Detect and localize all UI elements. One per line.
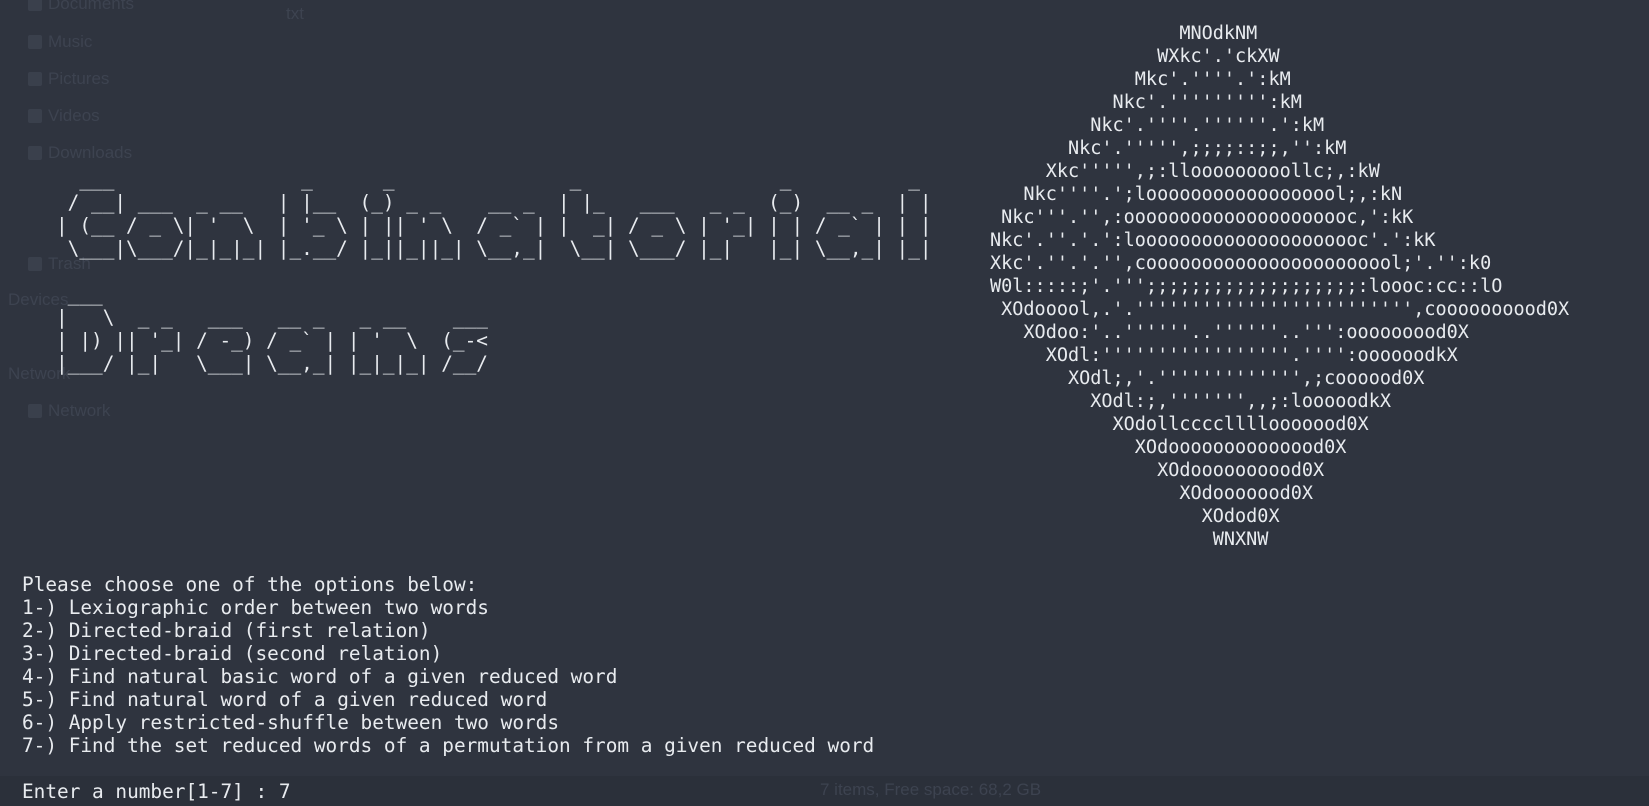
ascii-banner-subtitle: ___ | \ _ _ ___ __ _ _ __ ___ | |) || '_… — [56, 283, 523, 375]
logo-line: Nkc'.''''',;;;;::;;,'':kM — [990, 138, 1347, 159]
trash-icon — [28, 257, 42, 271]
music-icon — [28, 35, 42, 49]
logo-line: Nkc''''.';loooooooooooooooool;,:kN — [990, 184, 1403, 205]
banner-line: | (__ / _ \| ' \ | '_ \ | || ' \ / _` | … — [56, 214, 932, 237]
banner-line: | \ _ _ ___ __ _ _ __ ___ — [56, 306, 512, 329]
picture-icon — [28, 72, 42, 86]
background-file-label: txt — [286, 4, 304, 23]
sidebar-item-videos[interactable]: Videos — [28, 106, 100, 126]
menu-option-7: 7-) Find the set reduced words of a perm… — [22, 734, 875, 757]
logo-line: Mkc'.''''.':kM — [990, 69, 1291, 90]
sidebar-item-label: Videos — [48, 106, 100, 125]
sidebar-item-network[interactable]: Network — [28, 401, 110, 421]
sidebar-item-label: Network — [48, 401, 111, 420]
logo-line: XOdl:;,''''''',,;:looooodkX — [990, 391, 1391, 412]
logo-line: XOdl;,'.''''''''''''',;coooood0X — [990, 368, 1425, 389]
menu-heading: Please choose one of the options below: — [22, 573, 478, 596]
menu-option-2: 2-) Directed-braid (first relation) — [22, 619, 431, 642]
logo-line: XOdooool,.'.''''''''''''''''''''''''',co… — [990, 299, 1570, 320]
sidebar-item-downloads[interactable]: Downloads — [28, 143, 132, 163]
menu-option-6: 6-) Apply restricted-shuffle between two… — [22, 711, 560, 734]
ascii-art-logo: MNOdkNM WXkc'.'ckXW Mkc'.''''.':kM Nkc'.… — [990, 22, 1569, 551]
banner-line: \___|\___/|_|_|_| |_.__/ |_||_||_| \__,_… — [56, 237, 932, 260]
menu-option-4: 4-) Find natural basic word of a given r… — [22, 665, 618, 688]
logo-line: XOdoooooooooooood0X — [990, 437, 1347, 458]
document-icon — [28, 0, 42, 11]
logo-line: WXkc'.'ckXW — [990, 46, 1280, 67]
sidebar-item-label: Music — [48, 32, 93, 51]
banner-line: ___ — [56, 283, 523, 306]
logo-line: XOdollccccllllooooood0X — [990, 414, 1369, 435]
logo-line: Xkc''''',;:llooooooooollc;,:kW — [990, 161, 1380, 182]
terminal-input-prompt[interactable]: Enter a number[1-7] : 7 — [22, 780, 291, 803]
sidebar-item-documents[interactable]: Documents — [28, 0, 134, 14]
sidebar-item-pictures[interactable]: Pictures — [28, 69, 109, 89]
logo-line: Nkc'.''''''''':kM — [990, 92, 1302, 113]
sidebar-item-music[interactable]: Music — [28, 32, 92, 52]
options-menu: Please choose one of the options below: 1… — [22, 573, 874, 757]
video-icon — [28, 109, 42, 123]
logo-line: Nkc'.''''.''''''.':kM — [990, 115, 1325, 136]
banner-line: / __| ___ _ __ | |__ (_) _ _ __ _ | |_ _… — [56, 191, 932, 214]
logo-line: Nkc'''.'',:ooooooooooooooooooooc,':kK — [990, 207, 1414, 228]
menu-option-3: 3-) Directed-braid (second relation) — [22, 642, 443, 665]
download-icon — [28, 146, 42, 160]
ascii-banner-title: ___ _ _ _ _ _ / __| ___ _ __ | |__ (_) _… — [56, 168, 932, 260]
logo-line: XOdooooood0X — [990, 483, 1314, 504]
sidebar-item-label: Documents — [48, 0, 134, 13]
sidebar-item-label: Pictures — [48, 69, 110, 88]
banner-line: |___/ |_| \___| \__,_| |_|_|_| /__/ — [56, 352, 512, 375]
logo-line: Nkc'.''.'.':looooooooooooooooooooc'.':kK — [990, 230, 1436, 251]
logo-line: W0l:::::;'.''';;;;;;;;;;;;;;;;;;;:loooc:… — [990, 276, 1503, 297]
logo-line: Xkc'.''.'.'',cooooooooooooooooooooool;'.… — [990, 253, 1492, 274]
menu-option-1: 1-) Lexiographic order between two words — [22, 596, 489, 619]
banner-line: | |) || '_| / -_) / _` | | ' \ (_-< — [56, 329, 512, 352]
sidebar-item-label: Downloads — [48, 143, 133, 162]
background-status-text: 7 items, Free space: 68,2 GB — [820, 780, 1042, 799]
menu-option-5: 5-) Find natural word of a given reduced… — [22, 688, 548, 711]
logo-line: XOdod0X — [990, 506, 1280, 527]
logo-line: WNXNW — [990, 529, 1269, 550]
logo-line: XOdoo:'..''''''..''''''..''':ooooooood0X — [990, 322, 1469, 343]
network-icon — [28, 404, 42, 418]
logo-line: XOdoooooooood0X — [990, 460, 1325, 481]
logo-line: MNOdkNM — [990, 23, 1258, 44]
banner-line: ___ _ _ _ _ _ — [56, 168, 932, 191]
logo-line: XOdl:'''''''''''''''''.'''':oooooodkX — [990, 345, 1458, 366]
